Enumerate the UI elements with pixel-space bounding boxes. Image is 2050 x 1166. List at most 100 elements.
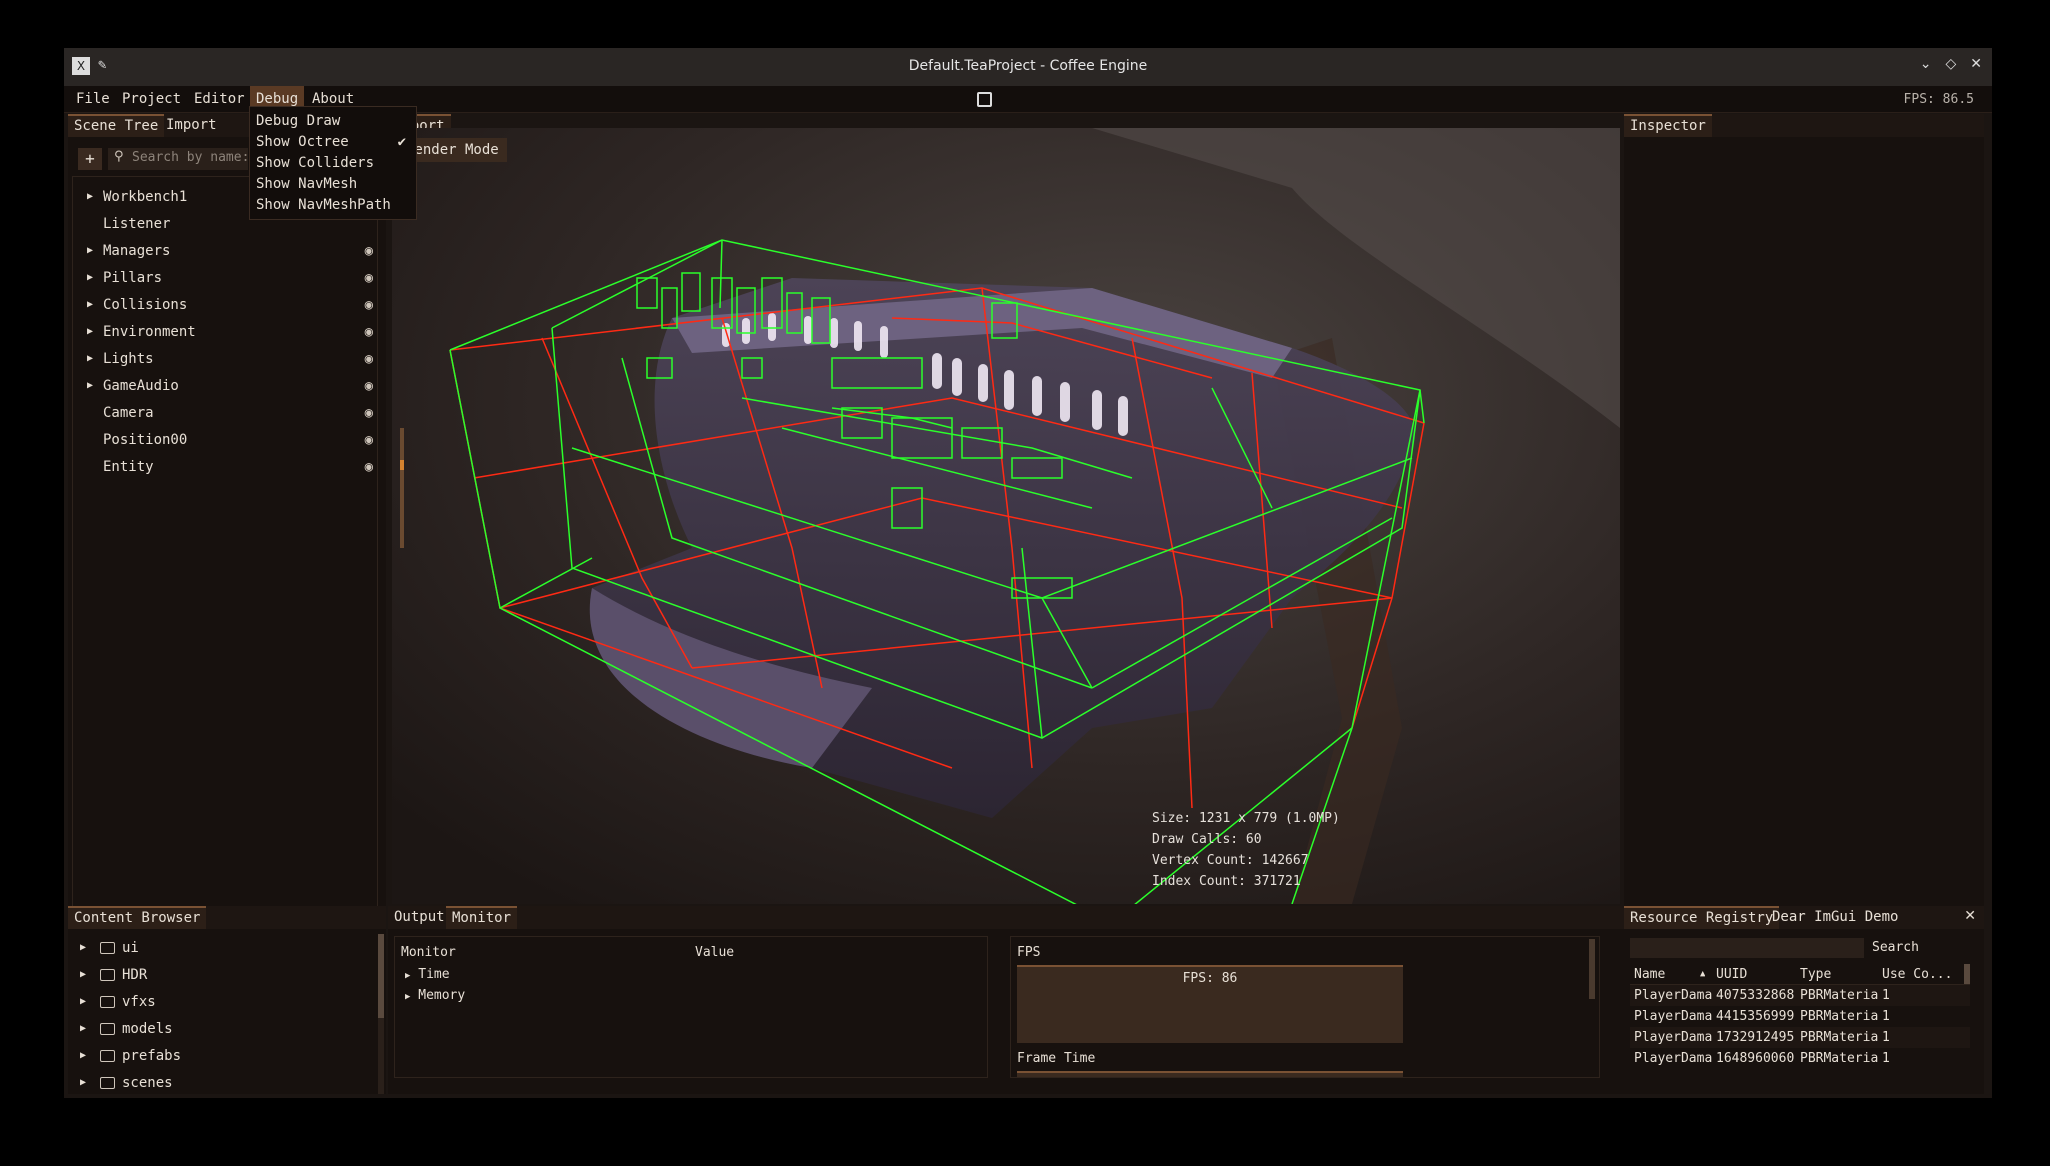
fps-graph: FPS: 86 — [1017, 965, 1403, 1043]
scrollbar[interactable] — [1964, 964, 1970, 984]
table-row[interactable]: PlayerDama 1732912495 PBRMateria 1 — [1630, 1027, 1970, 1048]
search-icon: ⚲ — [114, 149, 124, 164]
eye-icon[interactable]: ◉ — [365, 455, 373, 479]
fps-section: FPS FPS: 86 Frame Time — [1010, 936, 1600, 1078]
stat-size: Size: 1231 x 779 (1.0MP) — [1152, 811, 1340, 826]
folder-icon — [100, 1023, 115, 1035]
menu-file[interactable]: File — [70, 86, 116, 113]
folder-prefabs[interactable]: ▶ prefabs — [68, 1044, 368, 1068]
tree-item-position00[interactable]: Position00 ◉ — [73, 428, 383, 452]
close-icon[interactable]: ✕ — [1970, 56, 1982, 72]
col-name[interactable]: Name — [1634, 964, 1665, 985]
close-icon[interactable]: ✕ — [1964, 908, 1976, 924]
menu-editor[interactable]: Editor — [188, 86, 251, 113]
menu-item-show-navmesh[interactable]: Show NavMesh — [256, 174, 406, 195]
folder-scenes[interactable]: ▶ scenes — [68, 1071, 368, 1094]
menu-item-show-octree[interactable]: Show Octree ✔ — [256, 132, 406, 153]
monitor-table: Monitor Value ▶ Time ▶ Memory — [394, 936, 988, 1078]
col-use-count[interactable]: Use Co... — [1882, 964, 1952, 985]
tree-item-entity[interactable]: Entity ◉ — [73, 455, 383, 479]
tree-item-camera[interactable]: Camera ◉ — [73, 401, 383, 425]
eye-icon[interactable]: ◉ — [365, 239, 373, 263]
toolbar-square-icon[interactable] — [977, 92, 992, 107]
tree-item-gameaudio[interactable]: ▶ GameAudio ◉ — [73, 374, 383, 398]
monitor-row-memory[interactable]: ▶ Memory — [405, 988, 465, 1003]
monitor-row-time[interactable]: ▶ Time — [405, 967, 450, 982]
eye-icon[interactable]: ◉ — [365, 401, 373, 425]
menu-project[interactable]: Project — [116, 86, 187, 113]
folder-vfxs[interactable]: ▶ vfxs — [68, 990, 368, 1014]
monitor-panel: Output Monitor Monitor Value ▶ Time ▶ Me… — [388, 906, 1680, 1094]
menu-item-show-navmeshpath[interactable]: Show NavMeshPath — [256, 195, 406, 216]
eye-icon[interactable]: ◉ — [365, 293, 373, 317]
folder-icon — [100, 1077, 115, 1089]
eye-icon[interactable]: ◉ — [365, 320, 373, 344]
viewport[interactable]: Render Mode — [392, 128, 1620, 904]
fps-graph-label: FPS: 86 — [1182, 971, 1238, 986]
tree-item-managers[interactable]: ▶ Managers ◉ — [73, 239, 383, 263]
fps-readout: FPS: 86.5 — [1903, 92, 1974, 107]
scene-search-field[interactable]: ⚲ Search by name: — [108, 148, 248, 170]
col-value: Value — [695, 945, 735, 960]
app-window: X ✎ Default.TeaProject - Coffee Engine ⌄… — [64, 48, 1992, 1098]
folder-hdr[interactable]: ▶ HDR — [68, 963, 368, 987]
checkmark-icon: ✔ — [397, 134, 406, 150]
content-browser-list: ▶ ui ▶ HDR ▶ vfxs ▶ models ▶ prefabs ▶ scenes — [68, 928, 386, 1094]
maximize-icon[interactable]: ◇ — [1945, 56, 1956, 72]
folder-icon — [100, 996, 115, 1008]
add-entity-button[interactable]: + — [78, 148, 102, 170]
menu-item-show-colliders[interactable]: Show Colliders — [256, 153, 406, 174]
col-type[interactable]: Type — [1800, 964, 1831, 985]
folder-icon — [100, 969, 115, 981]
sort-up-icon: ▲ — [1700, 969, 1706, 979]
window-title: Default.TeaProject - Coffee Engine — [908, 58, 1148, 74]
tab-inspector[interactable]: Inspector — [1624, 114, 1712, 137]
tab-scene-tree[interactable]: Scene Tree — [68, 114, 165, 137]
folder-models[interactable]: ▶ models — [68, 1017, 368, 1041]
tab-content-browser[interactable]: Content Browser — [68, 906, 207, 929]
eye-icon[interactable]: ◉ — [365, 374, 373, 398]
title-bar: X ✎ Default.TeaProject - Coffee Engine ⌄… — [64, 48, 1992, 86]
folder-icon — [100, 1050, 115, 1062]
scrollbar[interactable] — [378, 934, 384, 1094]
tab-output[interactable]: Output — [388, 906, 451, 929]
scene-tree-list: ▶ Workbench1 Listener ▶ Managers ◉ ▶ Pillars… — [72, 176, 378, 946]
scene-tree-panel: Scene Tree Import + ⚲ Search by name: ▶ W… — [68, 114, 386, 952]
eye-icon[interactable]: ◉ — [365, 266, 373, 290]
tab-imgui-demo[interactable]: Dear ImGui Demo — [1766, 906, 1904, 929]
folder-icon — [100, 942, 115, 954]
resource-table: Name ▲ UUID Type Use Co... PlayerDama 40… — [1630, 964, 1974, 1084]
inspector-panel: Inspector — [1624, 114, 1984, 952]
scrollbar[interactable] — [1589, 939, 1595, 999]
viewport-stats: Size: 1231 x 779 (1.0MP) Draw Calls: 60 … — [1152, 808, 1340, 892]
table-row[interactable]: PlayerDama 4415356999 PBRMateria 1 — [1630, 1006, 1970, 1027]
table-header: Name ▲ UUID Type Use Co... — [1630, 964, 1970, 985]
frame-time-title: Frame Time — [1017, 1051, 1096, 1066]
col-uuid[interactable]: UUID — [1716, 964, 1747, 985]
resource-registry-panel: Resource Registry Dear ImGui Demo ✕ Sear… — [1624, 906, 1984, 1094]
tab-import[interactable]: Import — [160, 114, 223, 137]
eye-icon[interactable]: ◉ — [365, 347, 373, 371]
stat-draw-calls: Draw Calls: 60 — [1152, 832, 1262, 847]
tab-monitor[interactable]: Monitor — [446, 906, 518, 929]
col-monitor: Monitor — [401, 945, 456, 960]
folder-ui[interactable]: ▶ ui — [68, 936, 368, 960]
tree-item-collisions[interactable]: ▶ Collisions ◉ — [73, 293, 383, 317]
frame-time-graph — [1017, 1071, 1403, 1077]
resource-search-input[interactable] — [1630, 938, 1864, 958]
table-row[interactable]: PlayerDama 1648960060 PBRMateria 1 — [1630, 1048, 1970, 1069]
content-browser-panel: Content Browser ▶ ui ▶ HDR ▶ vfxs ▶ models ▶… — [68, 906, 386, 1094]
fps-section-title: FPS — [1017, 945, 1041, 960]
table-row[interactable]: PlayerDama 4075332868 PBRMateria 1 — [1630, 985, 1970, 1006]
tree-item-lights[interactable]: ▶ Lights ◉ — [73, 347, 383, 371]
search-button[interactable]: Search — [1872, 940, 1919, 955]
tree-item-environment[interactable]: ▶ Environment ◉ — [73, 320, 383, 344]
tree-item-pillars[interactable]: ▶ Pillars ◉ — [73, 266, 383, 290]
menu-item-debug-draw[interactable]: Debug Draw — [256, 111, 406, 132]
eye-icon[interactable]: ◉ — [365, 428, 373, 452]
stat-index-count: Index Count: 371721 — [1152, 874, 1301, 889]
stat-vertex-count: Vertex Count: 142667 — [1152, 853, 1309, 868]
viewport-tabbar: ewport — [388, 114, 1684, 137]
minimize-icon[interactable]: ⌄ — [1920, 56, 1932, 72]
tab-resource-registry[interactable]: Resource Registry — [1624, 906, 1780, 929]
